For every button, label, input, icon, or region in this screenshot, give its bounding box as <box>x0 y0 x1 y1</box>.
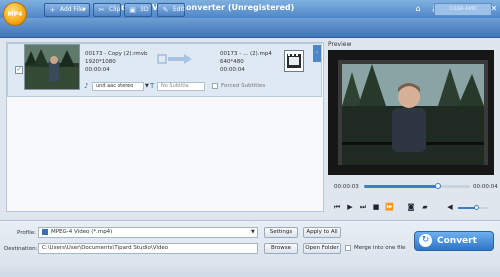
browse-button[interactable]: Browse <box>264 243 298 254</box>
play-button[interactable]: ▶ <box>346 203 354 211</box>
output-duration: 00:00:04 <box>220 67 245 73</box>
file-checkbox[interactable]: ✓ <box>15 66 23 74</box>
thumbnail-image <box>25 45 79 89</box>
profile-select[interactable]: MPEG-4 Video (*.mp4) <box>38 227 258 238</box>
snapshot-camera-icon[interactable]: ◙ <box>407 203 415 211</box>
profile-label: Profile: <box>17 230 36 236</box>
open-folder-button[interactable]: Open Folder <box>303 243 341 254</box>
previous-frame-button[interactable]: ⏮ <box>333 203 341 211</box>
fast-forward-button[interactable]: ⏩ <box>385 203 394 211</box>
time-current: 00:00:03 <box>334 184 359 190</box>
add-file-label: Add File <box>60 6 84 13</box>
clip-button[interactable]: ✂ Clip <box>93 3 121 17</box>
destination-label: Destination: <box>4 246 38 252</box>
output-resolution: 640*480 <box>220 59 244 65</box>
edit-icon: ✎ <box>162 6 169 14</box>
subtitle-value: No Subtitle <box>161 83 189 89</box>
time-total: 00:00:04 <box>473 184 498 190</box>
add-file-button[interactable]: + Add File ▼ <box>44 3 90 17</box>
volume-handle[interactable] <box>474 205 479 210</box>
merge-label: Merge into one file <box>354 245 406 251</box>
stop-button[interactable]: ■ <box>372 203 380 211</box>
volume-icon[interactable]: ◀ <box>446 203 454 211</box>
output-filename: 00173 - ... (2).mp4 <box>220 51 272 57</box>
logo-text: MP4 <box>7 11 23 18</box>
expand-tab[interactable]: › <box>313 45 321 62</box>
next-frame-button[interactable]: ⏭ <box>359 203 367 211</box>
merge-checkbox[interactable] <box>345 245 351 251</box>
destination-input[interactable]: C:\Users\User\Documents\Tipard Studio\Vi… <box>38 243 258 254</box>
apply-to-all-button[interactable]: Apply to All <box>303 227 341 238</box>
open-snapshot-folder-icon[interactable]: ▰ <box>421 203 429 211</box>
3d-button[interactable]: ▣ 3D <box>124 3 152 17</box>
app-logo: MP4 <box>3 2 27 26</box>
audio-track-value: und aac stereo <box>96 83 134 89</box>
3d-icon: ▣ <box>129 6 136 14</box>
convert-arrow-icon <box>157 54 192 64</box>
add-file-dropdown-icon[interactable]: ▼ <box>82 4 86 16</box>
3d-label: 3D <box>140 6 149 13</box>
settings-button[interactable]: Settings <box>264 227 298 238</box>
audio-icon: ♪ <box>84 82 89 90</box>
profile-value: MPEG-4 Video (*.mp4) <box>51 229 113 235</box>
output-format-button[interactable] <box>284 50 304 72</box>
mp4-format-icon <box>42 228 48 235</box>
toolbar <box>0 18 500 38</box>
convert-icon: ↻ <box>419 234 432 247</box>
preview-frame-image <box>328 50 494 175</box>
cart-icon[interactable]: ⌂ <box>412 3 424 14</box>
edit-button[interactable]: ✎ Edit <box>157 3 185 17</box>
clip-label: Clip <box>109 6 121 13</box>
add-file-icon: + <box>49 6 56 14</box>
source-filename: 00173 - Copy (2).rmvb <box>85 51 148 57</box>
film-format-icon <box>287 54 301 68</box>
profile-dropdown-icon[interactable]: ▼ <box>251 228 257 237</box>
status-bar <box>0 262 500 277</box>
preview-video <box>328 50 494 175</box>
seek-progress <box>364 185 438 188</box>
source-duration: 00:00:04 <box>85 67 110 73</box>
source-resolution: 1920*1080 <box>85 59 116 65</box>
file-thumbnail[interactable] <box>24 44 80 90</box>
scissors-icon: ✂ <box>98 6 105 14</box>
audio-track-select[interactable]: und aac stereo <box>92 82 144 91</box>
subtitle-select[interactable]: No Subtitle <box>157 82 205 91</box>
preview-label: Preview <box>328 41 352 48</box>
forced-subtitles-label: Forced Subtitles <box>221 83 266 89</box>
cuda-amd-badge: CUDA AMD <box>434 3 492 16</box>
forced-subtitles-checkbox[interactable] <box>212 83 218 89</box>
seek-handle[interactable] <box>435 183 441 189</box>
edit-label: Edit <box>173 6 185 13</box>
